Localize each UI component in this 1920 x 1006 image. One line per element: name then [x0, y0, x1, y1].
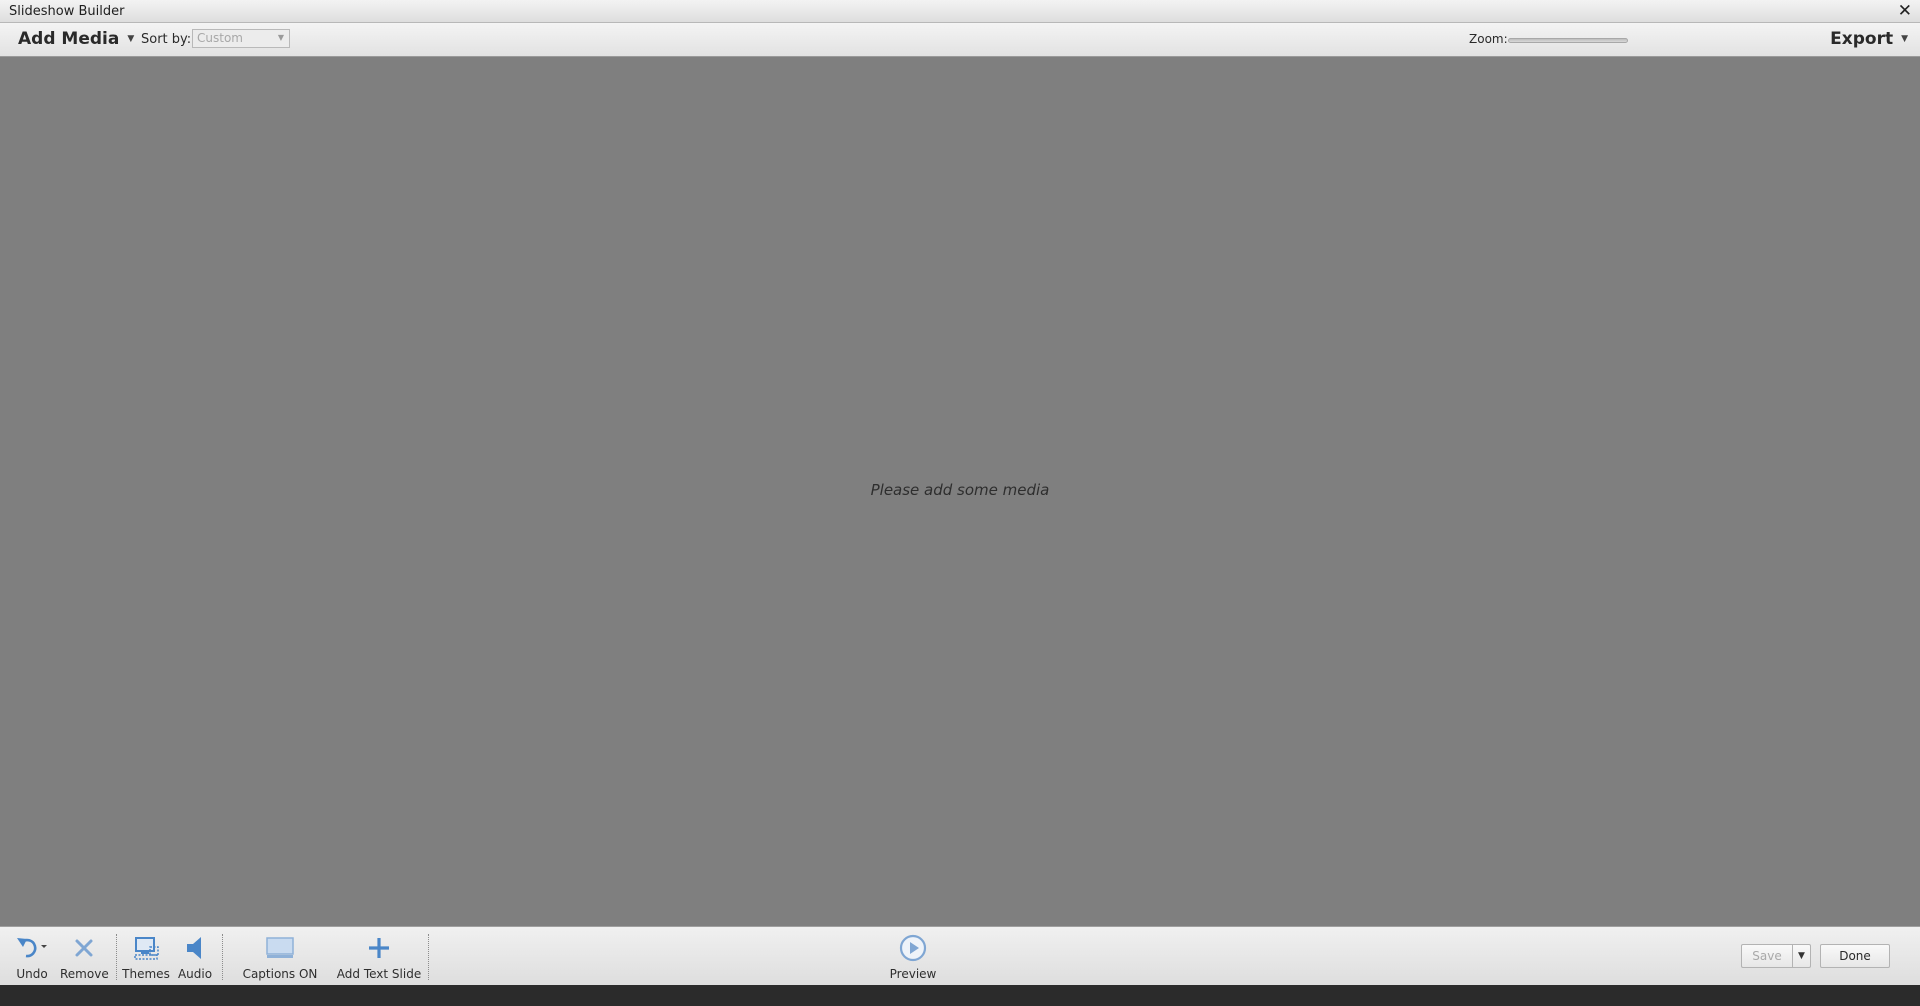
top-toolbar: Add Media ▼ Sort by: Custom ▼ Zoom: Expor… [0, 23, 1920, 57]
undo-label: Undo [16, 967, 48, 981]
title-bar: Slideshow Builder ✕ [0, 0, 1920, 23]
themes-icon [122, 933, 170, 963]
slideshow-builder-window: Slideshow Builder ✕ Add Media ▼ Sort by: … [0, 0, 1920, 985]
audio-icon [174, 933, 216, 963]
audio-button[interactable]: Audio [174, 933, 216, 981]
remove-label: Remove [60, 967, 109, 981]
window-title: Slideshow Builder [9, 4, 125, 19]
undo-icon [12, 933, 52, 963]
save-button[interactable]: Save [1741, 944, 1792, 968]
themes-button[interactable]: Themes [122, 933, 170, 981]
add-text-slide-icon [334, 933, 424, 963]
sort-by-select[interactable]: Custom ▼ [192, 29, 290, 48]
close-icon[interactable]: ✕ [1898, 1, 1912, 21]
chevron-down-icon: ▼ [277, 33, 284, 42]
captions-toggle[interactable]: Captions ON [240, 933, 320, 981]
zoom-label: Zoom: [1469, 32, 1508, 46]
audio-label: Audio [177, 967, 213, 981]
preview-label: Preview [889, 967, 937, 981]
toolbar-separator [116, 934, 117, 980]
add-media-button[interactable]: Add Media ▼ [18, 29, 134, 49]
export-button[interactable]: Export ▼ [1830, 29, 1908, 49]
captions-icon [240, 933, 320, 963]
add-media-label: Add Media [18, 29, 120, 49]
preview-button[interactable]: Preview [883, 933, 943, 981]
add-text-slide-label: Add Text Slide [336, 967, 422, 981]
sort-by-value: Custom [197, 31, 243, 45]
chevron-down-icon: ▼ [127, 34, 135, 44]
status-bar [0, 985, 1920, 1006]
remove-button[interactable]: Remove [60, 933, 109, 981]
chevron-down-icon: ▼ [1798, 951, 1805, 961]
bottom-toolbar: Undo Remove Themes Audio Captions ON Add… [0, 926, 1920, 985]
preview-icon [883, 933, 943, 963]
save-options-button[interactable]: ▼ [1792, 944, 1811, 968]
zoom-slider[interactable] [1508, 38, 1628, 43]
remove-icon [60, 933, 108, 963]
export-label: Export [1830, 29, 1894, 49]
empty-media-message: Please add some media [870, 481, 1050, 499]
undo-button[interactable]: Undo [12, 933, 52, 981]
sort-by-label: Sort by: [141, 32, 192, 47]
captions-label: Captions ON [242, 967, 318, 981]
toolbar-separator [428, 934, 429, 980]
done-button[interactable]: Done [1820, 944, 1890, 968]
add-text-slide-button[interactable]: Add Text Slide [334, 933, 424, 981]
themes-label: Themes [122, 967, 170, 981]
chevron-down-icon: ▼ [1901, 34, 1908, 44]
toolbar-separator [222, 934, 223, 980]
media-canvas[interactable]: Please add some media [1, 57, 1919, 926]
